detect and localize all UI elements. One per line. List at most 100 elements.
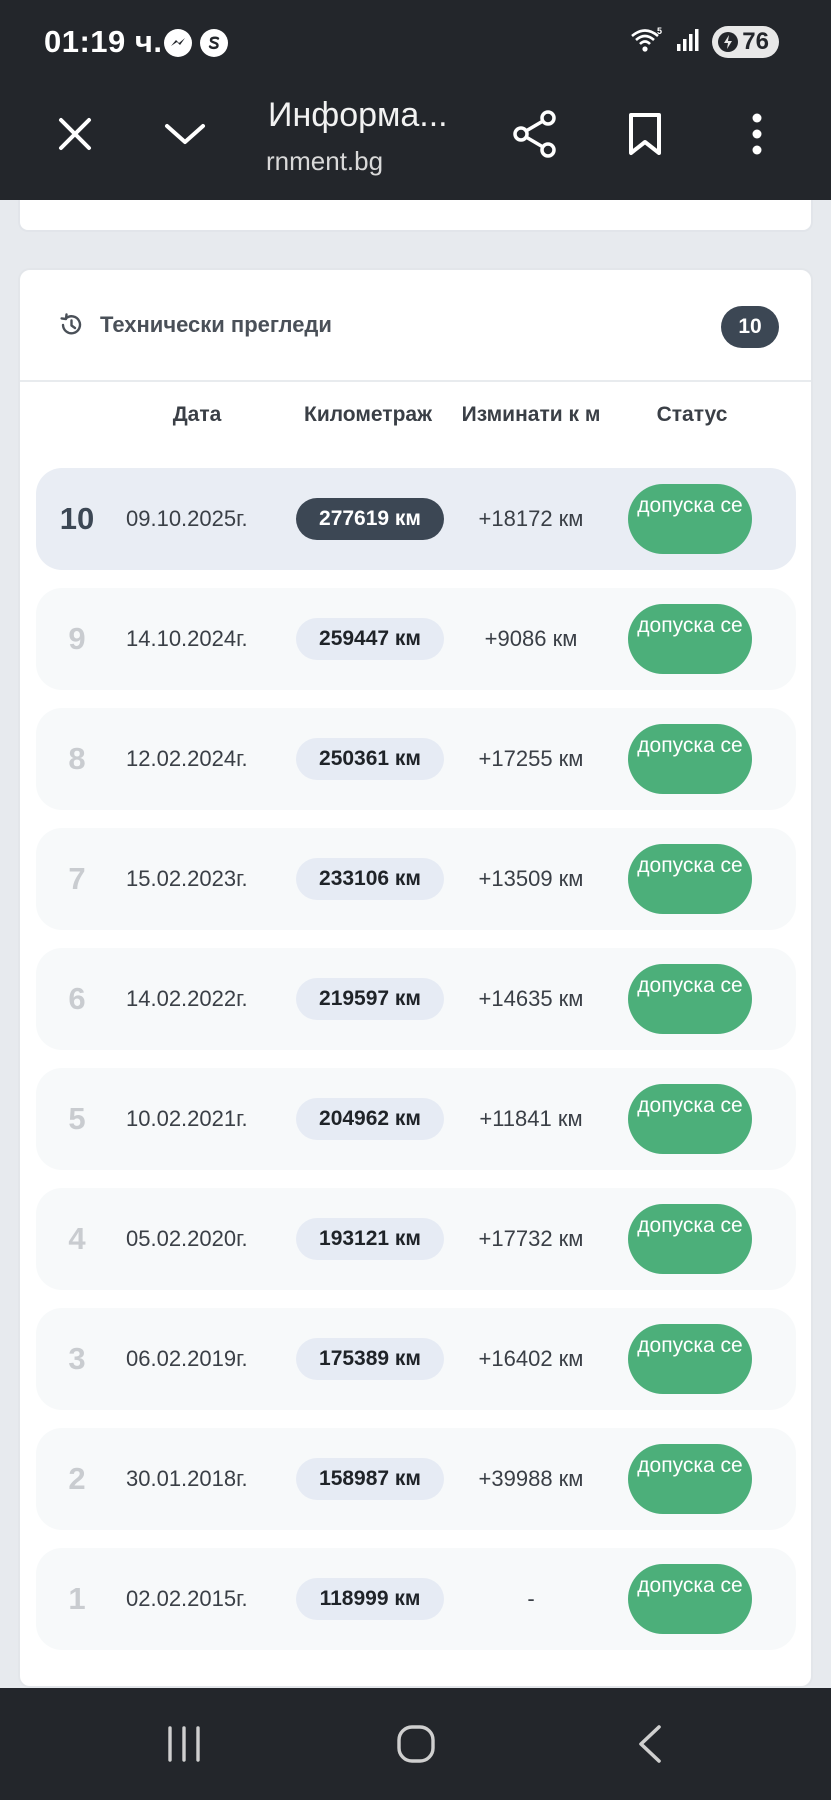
status-badge: допуска се	[628, 1564, 752, 1634]
status-right: 5 76	[630, 26, 779, 58]
more-options-button[interactable]	[712, 82, 802, 186]
battery-level: 76	[742, 28, 769, 55]
row-number: 5	[68, 1101, 86, 1136]
row-number: 8	[68, 741, 86, 776]
table-row[interactable]: 5 10.02.2021г. 204962 км +11841 км допуска с…	[36, 1068, 796, 1170]
page-url[interactable]: rnment.bg	[266, 146, 383, 177]
back-icon	[639, 1725, 661, 1763]
status-badge: допуска се	[628, 1444, 752, 1514]
row-date: 06.02.2019г.	[126, 1346, 248, 1371]
bookmark-icon	[629, 113, 661, 155]
row-date: 15.02.2023г.	[126, 866, 248, 891]
row-mileage-pill: 250361 км	[296, 738, 444, 780]
status-badge: допуска се	[628, 964, 752, 1034]
table-row[interactable]: 8 12.02.2024г. 250361 км +17255 км допуска с…	[36, 708, 796, 810]
row-number: 6	[68, 981, 86, 1016]
row-date: 05.02.2020г.	[126, 1226, 248, 1251]
row-mileage-pill: 277619 км	[296, 498, 444, 540]
table-row[interactable]: 1 02.02.2015г. 118999 км - допуска се	[36, 1548, 796, 1650]
history-icon	[58, 312, 84, 343]
header-status: Статус	[656, 403, 728, 426]
row-traveled-km: +11841 км	[479, 1106, 583, 1131]
row-traveled-km: +17255 км	[478, 746, 584, 771]
row-number: 7	[68, 861, 86, 896]
status-badge: допуска се	[628, 604, 752, 674]
row-mileage-pill: 193121 км	[296, 1218, 444, 1260]
recent-apps-icon	[168, 1726, 200, 1762]
header-traveled: Изминати к м	[461, 403, 601, 426]
web-page: Технически прегледи 10 Дата Километраж И…	[0, 200, 831, 1688]
share-button[interactable]	[490, 82, 580, 186]
status-badge: допуска се	[628, 724, 752, 794]
previous-section-card	[18, 200, 813, 232]
row-traveled-km: +16402 км	[478, 1346, 584, 1371]
row-traveled-km: -	[527, 1586, 535, 1611]
svg-text:5: 5	[657, 26, 662, 36]
row-mileage-pill: 118999 км	[296, 1578, 444, 1620]
row-traveled-km: +39988 км	[478, 1466, 584, 1491]
table-row[interactable]: 7 15.02.2023г. 233106 км +13509 км допуска с…	[36, 828, 796, 930]
inspections-list: 10 09.10.2025г. 277619 км +18172 км допуска …	[36, 468, 796, 1668]
row-date: 12.02.2024г.	[126, 746, 248, 771]
status-badge: допуска се	[628, 1324, 752, 1394]
row-mileage-pill: 175389 км	[296, 1338, 444, 1380]
home-button[interactable]	[356, 1688, 476, 1800]
row-traveled-km: +17732 км	[478, 1226, 584, 1251]
row-date: 14.10.2024г.	[126, 626, 248, 651]
row-traveled-km: +13509 км	[478, 866, 584, 891]
row-number: 9	[68, 621, 86, 656]
table-row[interactable]: 3 06.02.2019г. 175389 км +16402 км допуска с…	[36, 1308, 796, 1410]
system-nav-bar	[0, 1688, 831, 1800]
signal-icon	[676, 27, 700, 58]
row-traveled-km: +9086 км	[484, 626, 578, 651]
bookmark-button[interactable]	[600, 82, 690, 186]
status-badge: допуска се	[628, 844, 752, 914]
status-badge: допуска се	[628, 1204, 752, 1274]
header-date: Дата	[172, 403, 222, 426]
inspections-card: Технически прегледи 10 Дата Километраж И…	[18, 268, 813, 1688]
count-badge: 10	[721, 306, 779, 348]
row-mileage-pill: 219597 км	[296, 978, 444, 1020]
card-header: Технически прегледи 10	[20, 270, 811, 382]
row-date: 10.02.2021г.	[126, 1106, 248, 1131]
skype-icon	[200, 29, 228, 57]
browser-toolbar: Информа... rnment.bg	[0, 82, 831, 200]
table-row[interactable]: 9 14.10.2024г. 259447 км +9086 км допуска се	[36, 588, 796, 690]
collapse-button[interactable]	[140, 82, 230, 186]
row-number: 3	[68, 1341, 86, 1376]
page-title[interactable]: Информа...	[268, 96, 448, 135]
table-row[interactable]: 4 05.02.2020г. 193121 км +17732 км допуска с…	[36, 1188, 796, 1290]
row-number: 2	[68, 1461, 86, 1496]
share-icon	[513, 110, 556, 158]
messenger-icon	[164, 29, 192, 57]
status-bar: 01:19 ч. 5 76	[0, 0, 831, 82]
battery-icon: 76	[712, 26, 779, 58]
home-icon	[397, 1725, 435, 1763]
row-traveled-km: +18172 км	[478, 506, 584, 531]
wifi-icon: 5	[630, 26, 664, 59]
recent-apps-button[interactable]	[124, 1688, 244, 1800]
row-number: 10	[59, 501, 95, 536]
status-badge: допуска се	[628, 484, 752, 554]
back-button[interactable]	[590, 1688, 710, 1800]
row-date: 02.02.2015г.	[126, 1586, 248, 1611]
table-header: Дата Километраж Изминати к м Статус	[20, 382, 811, 470]
chevron-down-icon	[165, 124, 205, 144]
row-mileage-pill: 204962 км	[296, 1098, 444, 1140]
close-button[interactable]	[30, 82, 120, 186]
row-date: 30.01.2018г.	[126, 1466, 248, 1491]
more-vert-icon	[752, 113, 762, 155]
row-number: 4	[68, 1221, 86, 1256]
row-mileage-pill: 233106 км	[296, 858, 444, 900]
header-mileage: Километраж	[304, 403, 432, 426]
table-row[interactable]: 10 09.10.2025г. 277619 км +18172 км допуска …	[36, 468, 796, 570]
row-date: 14.02.2022г.	[126, 986, 248, 1011]
row-traveled-km: +14635 км	[478, 986, 584, 1011]
table-row[interactable]: 6 14.02.2022г. 219597 км +14635 км допуска с…	[36, 948, 796, 1050]
row-number: 1	[68, 1581, 86, 1616]
row-mileage-pill: 259447 км	[296, 618, 444, 660]
table-row[interactable]: 2 30.01.2018г. 158987 км +39988 км допуска с…	[36, 1428, 796, 1530]
battery-bolt-icon	[718, 32, 739, 52]
card-title: Технически прегледи	[100, 312, 332, 337]
status-badge: допуска се	[628, 1084, 752, 1154]
